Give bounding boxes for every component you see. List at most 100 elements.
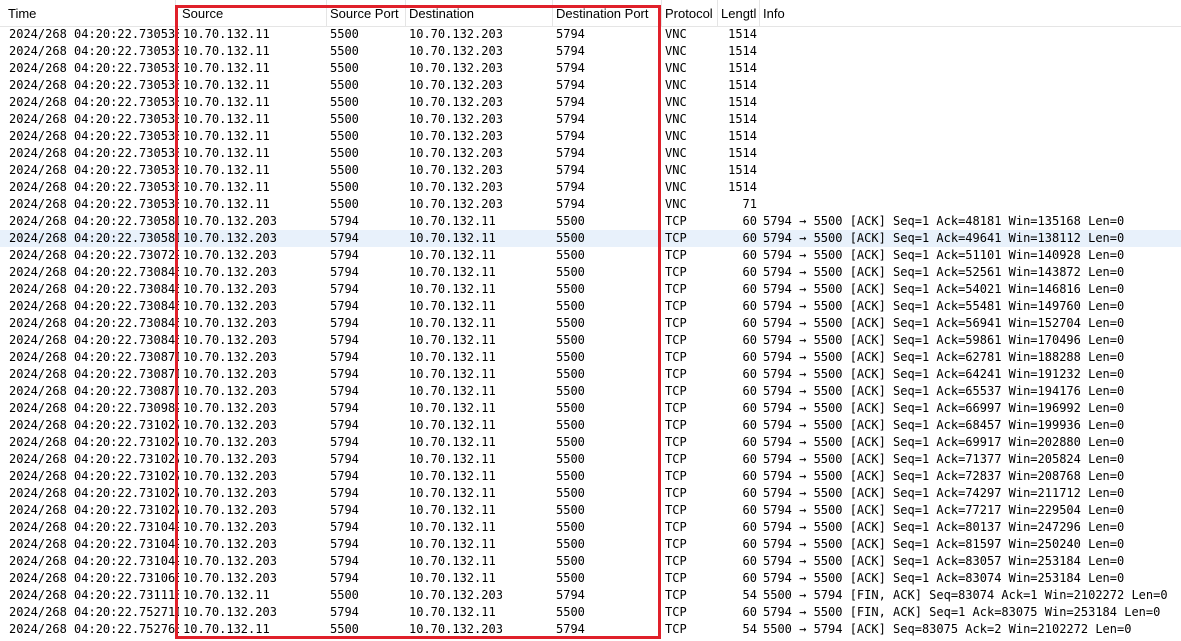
packet-row[interactable]: 72024/268 04:20:22.730871 10.70.132.203 57…: [0, 366, 1181, 383]
packet-info: 5794 → 5500 [ACK] Seq=1 Ack=80137 Win=24…: [763, 520, 1125, 534]
packet-row[interactable]: 32024/268 04:20:22.730846 10.70.132.203 57…: [0, 298, 1181, 315]
packet-source-port: 5500: [330, 95, 359, 109]
packet-row[interactable]: 92024/268 04:20:22.730581 10.70.132.203 57…: [0, 230, 1181, 247]
packet-row[interactable]: 72024/268 04:20:22.730538 10.70.132.11 550…: [0, 26, 1181, 43]
packet-row[interactable]: 72024/268 04:20:22.730538 10.70.132.11 550…: [0, 196, 1181, 213]
packet-row[interactable]: 92024/268 04:20:22.731065 10.70.132.203 57…: [0, 570, 1181, 587]
column-header-protocol[interactable]: Protocol: [662, 0, 718, 26]
packet-destination: 10.70.132.11: [409, 248, 496, 262]
packet-source: 10.70.132.11: [183, 61, 270, 75]
packet-number: 2: [0, 281, 6, 298]
packet-source-port: 5794: [330, 401, 359, 415]
column-header-source-port[interactable]: Source Port: [327, 0, 406, 26]
packet-time: 2024/268 04:20:22.730581: [9, 231, 179, 245]
column-header-destination[interactable]: Destination: [406, 0, 553, 26]
packet-row[interactable]: 92024/268 04:20:22.730538 10.70.132.11 550…: [0, 60, 1181, 77]
packet-time: 2024/268 04:20:22.730538: [9, 44, 179, 58]
packet-source-port: 5500: [330, 146, 359, 160]
packet-number: 9: [0, 570, 6, 587]
column-header-destination-port[interactable]: Destination Port: [553, 0, 662, 26]
packet-protocol: TCP: [665, 401, 687, 415]
packet-row[interactable]: 32024/268 04:20:22.730538 10.70.132.11 550…: [0, 128, 1181, 145]
packet-destination-port: 5500: [556, 418, 585, 432]
packet-number: 7: [0, 366, 6, 383]
packet-row[interactable]: 92024/268 04:20:22.730982 10.70.132.203 57…: [0, 400, 1181, 417]
packet-source: 10.70.132.203: [183, 418, 277, 432]
column-header-destination-port-label: Destination Port: [556, 6, 649, 21]
packet-row[interactable]: 32024/268 04:20:22.731027 10.70.132.203 57…: [0, 468, 1181, 485]
packet-number: 3: [0, 298, 6, 315]
packet-row[interactable]: 02024/268 04:20:22.731118 10.70.132.11 550…: [0, 587, 1181, 604]
packet-length: 60: [742, 367, 757, 381]
packet-number: 2: [0, 111, 6, 128]
column-header-length[interactable]: Lengtl: [718, 0, 760, 26]
packet-row[interactable]: 42024/268 04:20:22.731027 10.70.132.203 57…: [0, 485, 1181, 502]
packet-length: 1514: [728, 95, 757, 109]
packet-protocol: TCP: [665, 231, 687, 245]
packet-number: 2: [0, 434, 6, 451]
packet-row[interactable]: 52024/268 04:20:22.730538 10.70.132.11 550…: [0, 162, 1181, 179]
packet-protocol: TCP: [665, 588, 687, 602]
packet-number: 3: [0, 553, 6, 570]
packet-number: 4: [0, 485, 6, 502]
packet-row[interactable]: 52024/268 04:20:22.731027 10.70.132.203 57…: [0, 502, 1181, 519]
column-header-time[interactable]: Time: [5, 0, 176, 26]
packet-number: 7: [0, 26, 6, 43]
packet-source-port: 5794: [330, 265, 359, 279]
packet-destination: 10.70.132.11: [409, 333, 496, 347]
packet-number: 0: [0, 587, 6, 604]
packet-row[interactable]: 12024/268 04:20:22.752711 10.70.132.203 57…: [0, 604, 1181, 621]
packet-source-port: 5500: [330, 61, 359, 75]
packet-time: 2024/268 04:20:22.731049: [9, 537, 179, 551]
packet-protocol: VNC: [665, 44, 687, 58]
packet-row[interactable]: 22024/268 04:20:22.752763 10.70.132.11 550…: [0, 621, 1181, 638]
packet-row[interactable]: 72024/268 04:20:22.731049 10.70.132.203 57…: [0, 536, 1181, 553]
packet-length: 60: [742, 333, 757, 347]
column-header-info[interactable]: Info: [760, 0, 1181, 26]
packet-row[interactable]: 02024/268 04:20:22.730538 10.70.132.11 550…: [0, 77, 1181, 94]
packet-destination: 10.70.132.11: [409, 520, 496, 534]
packet-row[interactable]: 22024/268 04:20:22.730846 10.70.132.203 57…: [0, 281, 1181, 298]
packet-info: 5794 → 5500 [ACK] Seq=1 Ack=83057 Win=25…: [763, 554, 1125, 568]
packet-info: 5794 → 5500 [ACK] Seq=1 Ack=62781 Win=18…: [763, 350, 1125, 364]
packet-row[interactable]: 42024/268 04:20:22.730538 10.70.132.11 550…: [0, 145, 1181, 162]
packet-row[interactable]: 12024/268 04:20:22.730846 10.70.132.203 57…: [0, 264, 1181, 281]
packet-source: 10.70.132.203: [183, 214, 277, 228]
packet-number: 0: [0, 417, 6, 434]
packet-row[interactable]: 32024/268 04:20:22.731027 10.70.132.203 57…: [0, 451, 1181, 468]
packet-source-port: 5794: [330, 486, 359, 500]
packet-source: 10.70.132.203: [183, 231, 277, 245]
packet-destination-port: 5500: [556, 367, 585, 381]
packet-time: 2024/268 04:20:22.730538: [9, 129, 179, 143]
packet-protocol: VNC: [665, 146, 687, 160]
packet-length: 60: [742, 486, 757, 500]
packet-length: 60: [742, 418, 757, 432]
packet-row[interactable]: 32024/268 04:20:22.730538 10.70.132.11 550…: [0, 43, 1181, 60]
packet-protocol: TCP: [665, 214, 687, 228]
packet-row[interactable]: 42024/268 04:20:22.730846 10.70.132.203 57…: [0, 315, 1181, 332]
packet-row[interactable]: 02024/268 04:20:22.731027 10.70.132.203 57…: [0, 417, 1181, 434]
packet-protocol: VNC: [665, 61, 687, 75]
packet-row[interactable]: 32024/268 04:20:22.730581 10.70.132.203 57…: [0, 213, 1181, 230]
packet-destination-port: 5794: [556, 588, 585, 602]
packet-row[interactable]: 62024/268 04:20:22.730538 10.70.132.11 550…: [0, 179, 1181, 196]
packet-list-header: Time Source Source Port Destination Dest…: [0, 0, 1181, 27]
packet-destination-port: 5794: [556, 44, 585, 58]
column-header-source[interactable]: Source: [179, 0, 327, 26]
packet-protocol: VNC: [665, 129, 687, 143]
packet-row[interactable]: 02024/268 04:20:22.730729 10.70.132.203 57…: [0, 247, 1181, 264]
packet-length: 60: [742, 503, 757, 517]
packet-row[interactable]: 62024/268 04:20:22.731049 10.70.132.203 57…: [0, 519, 1181, 536]
packet-row[interactable]: 52024/268 04:20:22.730846 10.70.132.203 57…: [0, 332, 1181, 349]
packet-info: 5794 → 5500 [ACK] Seq=1 Ack=71377 Win=20…: [763, 452, 1125, 466]
packet-length: 60: [742, 571, 757, 585]
packet-row[interactable]: 22024/268 04:20:22.731027 10.70.132.203 57…: [0, 434, 1181, 451]
packet-destination-port: 5500: [556, 350, 585, 364]
packet-row[interactable]: 12024/268 04:20:22.730538 10.70.132.11 550…: [0, 94, 1181, 111]
packet-row[interactable]: 32024/268 04:20:22.730871 10.70.132.203 57…: [0, 383, 1181, 400]
packet-destination-port: 5500: [556, 384, 585, 398]
packet-destination: 10.70.132.203: [409, 180, 503, 194]
packet-row[interactable]: 22024/268 04:20:22.730538 10.70.132.11 550…: [0, 111, 1181, 128]
packet-row[interactable]: 62024/268 04:20:22.730871 10.70.132.203 57…: [0, 349, 1181, 366]
packet-row[interactable]: 32024/268 04:20:22.731049 10.70.132.203 57…: [0, 553, 1181, 570]
